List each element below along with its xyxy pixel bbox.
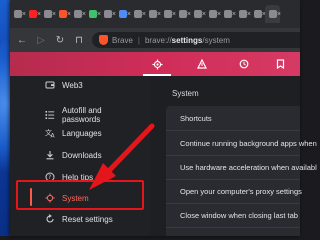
address-separator: | <box>137 35 140 45</box>
system-settings-card: Shortcuts Continue running background ap… <box>166 106 317 236</box>
tab[interactable]: × <box>250 5 266 23</box>
reload-button[interactable]: ↻ <box>53 33 67 47</box>
tab[interactable]: × <box>85 5 101 23</box>
settings-sidebar: Web3 Autofill and passwords 文A Languages… <box>10 76 150 236</box>
url-suffix: /system <box>202 35 230 45</box>
page-icon <box>253 10 262 18</box>
tab[interactable]: × <box>40 5 56 23</box>
page-icon <box>148 10 157 18</box>
tab[interactable]: × <box>25 5 41 23</box>
tab[interactable]: × <box>190 5 206 23</box>
download-icon <box>44 149 56 161</box>
back-button[interactable]: ← <box>15 33 29 47</box>
close-tab-icon[interactable]: × <box>277 11 281 18</box>
page-icon <box>73 10 82 18</box>
page-icon <box>43 10 52 18</box>
setting-label: Shortcuts <box>180 113 212 123</box>
page-icon <box>133 10 142 18</box>
setting-row-proxy-settings[interactable]: Open your computer's proxy settings <box>166 179 302 204</box>
tab-strip: × × × × × × × × × × × × × × × × × × <box>10 0 300 28</box>
page-icon <box>103 10 112 18</box>
page-icon <box>223 10 232 18</box>
url-text: brave://settings/system <box>145 36 230 45</box>
toolbar: ← ▷ ↻ ⊓ Brave | brave://settings/system <box>10 28 300 52</box>
tab[interactable]: × <box>100 5 116 23</box>
shields-icon[interactable] <box>194 56 210 72</box>
setting-label: Close window when closing last tab <box>180 210 298 220</box>
setting-row-shortcuts[interactable]: Shortcuts <box>166 106 300 131</box>
page-icon <box>163 10 172 18</box>
setting-label: Continue running background apps when <box>180 138 317 148</box>
tab[interactable]: × <box>130 5 146 23</box>
green-icon <box>88 10 97 18</box>
tab[interactable]: × <box>220 5 236 23</box>
setting-row-hardware-acceleration[interactable]: Use hardware acceleration when availabl <box>166 155 317 180</box>
settings-main: System Shortcuts Continue running backgr… <box>150 76 317 236</box>
sidebar-item-reset-settings[interactable]: Reset settings <box>10 208 150 230</box>
sidebar-item-label: Downloads <box>62 150 102 160</box>
tab[interactable]: × <box>205 5 221 23</box>
setting-row-close-window[interactable]: Close window when closing last tab <box>166 203 300 228</box>
tab[interactable]: × <box>115 5 131 23</box>
setting-label: Open your computer's proxy settings <box>180 186 302 196</box>
autofill-icon <box>44 109 56 121</box>
gear-icon[interactable] <box>143 56 171 76</box>
browser-name: Brave <box>112 35 133 45</box>
languages-icon: 文A <box>44 127 56 139</box>
tab[interactable]: × <box>145 5 161 23</box>
page-icon <box>238 10 247 18</box>
sidebar-item-label: Web3 <box>62 80 83 90</box>
youtube-icon <box>28 10 37 18</box>
sidebar-item-web3[interactable]: Web3 <box>10 74 150 96</box>
setting-row-background-apps[interactable]: Continue running background apps when <box>166 131 317 156</box>
sidebar-item-languages[interactable]: 文A Languages <box>10 122 150 144</box>
url-prefix: brave:// <box>144 35 172 45</box>
bookmark-button[interactable]: ⊓ <box>72 33 86 47</box>
sidebar-item-downloads[interactable]: Downloads <box>10 144 150 166</box>
blue-icon <box>118 10 127 18</box>
tab[interactable]: × <box>10 5 26 23</box>
annotation-highlight-box <box>16 180 144 210</box>
settings-header <box>10 52 300 76</box>
tab[interactable]: × <box>70 5 86 23</box>
page-icon <box>193 10 202 18</box>
tab[interactable]: × <box>175 5 191 23</box>
history-icon[interactable] <box>236 56 252 72</box>
tab-active[interactable]: × <box>265 5 281 23</box>
section-title: System <box>172 89 199 98</box>
bookmark-icon[interactable] <box>272 56 288 72</box>
page-icon <box>178 10 187 18</box>
sidebar-item-label: Languages <box>62 128 102 138</box>
address-bar[interactable]: Brave | brave://settings/system <box>92 32 300 48</box>
tab[interactable]: × <box>235 5 251 23</box>
brave-icon <box>58 10 67 18</box>
forward-button[interactable]: ▷ <box>34 33 48 47</box>
url-bold: settings <box>171 35 203 45</box>
page-icon <box>268 10 277 18</box>
reset-icon <box>44 213 56 225</box>
page-icon <box>13 10 22 18</box>
brave-logo-icon <box>99 35 108 45</box>
page-icon <box>208 10 217 18</box>
svg-text:A: A <box>50 133 55 139</box>
tab[interactable]: × <box>55 5 71 23</box>
setting-label: Use hardware acceleration when availabl <box>180 162 317 172</box>
sidebar-item-label: Reset settings <box>62 214 113 224</box>
wallet-icon <box>44 79 56 91</box>
tab[interactable]: × <box>160 5 176 23</box>
